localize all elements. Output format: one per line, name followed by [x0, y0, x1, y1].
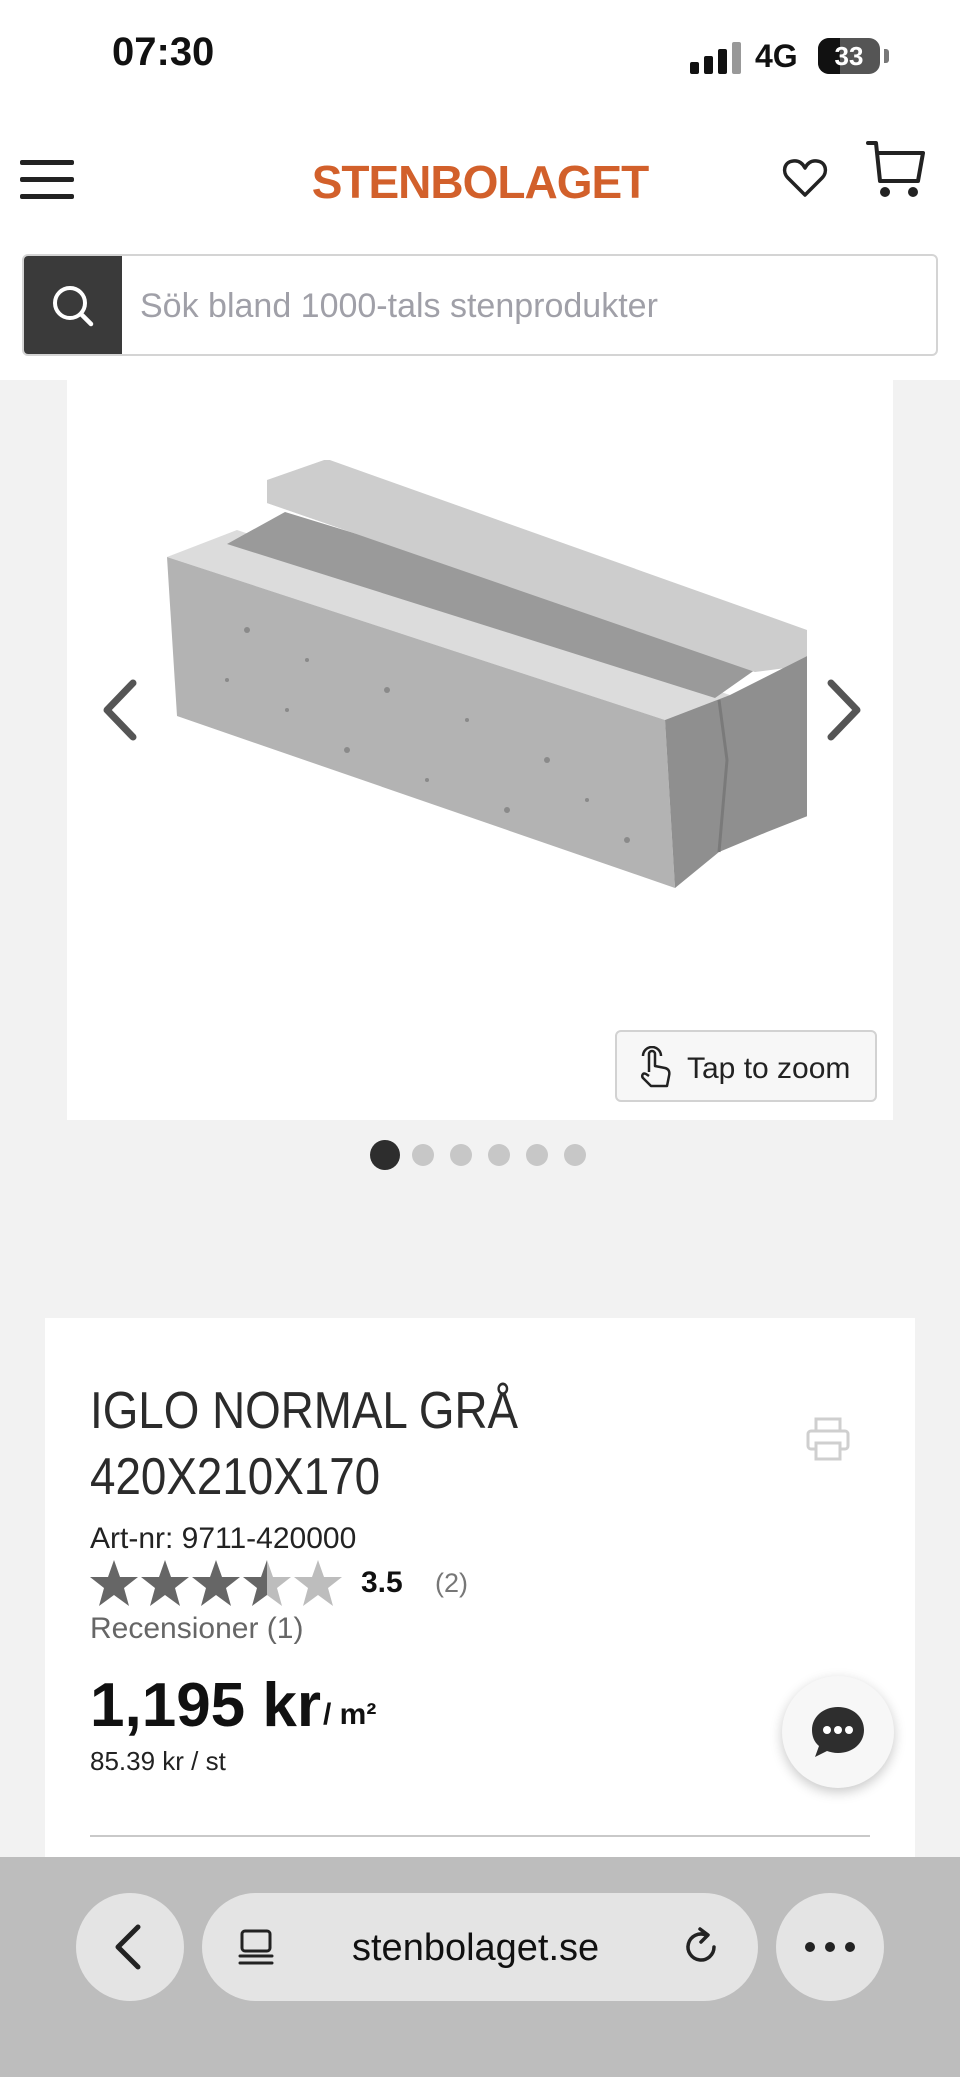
- gallery-dot[interactable]: [526, 1144, 548, 1166]
- battery-level: 33: [834, 41, 864, 71]
- search-icon: [53, 286, 94, 327]
- star-icon: [90, 1560, 342, 1606]
- browser-url: stenbolaget.se: [352, 1927, 600, 1969]
- product-info-card: IGLO NORMAL GRÅ 420X210X170 Art-nr: 9711…: [45, 1318, 915, 1858]
- star-rating[interactable]: [90, 1558, 342, 1608]
- search-input[interactable]: [140, 282, 920, 330]
- status-time: 07:30: [112, 30, 215, 74]
- gallery-dot[interactable]: [564, 1144, 586, 1166]
- gallery-dot[interactable]: [488, 1144, 510, 1166]
- chevron-left-icon: [115, 1924, 141, 1970]
- page-menu-icon: [238, 1929, 274, 1965]
- search-box: [22, 254, 938, 356]
- chat-bubble-icon: [812, 1707, 864, 1757]
- browser-more-button[interactable]: [776, 1893, 884, 2001]
- browser-back-button[interactable]: [76, 1893, 184, 2001]
- rating-count: (2): [435, 1568, 468, 1598]
- divider: [90, 1835, 870, 1837]
- zoom-label: Tap to zoom: [687, 1052, 851, 1085]
- search-bar: [0, 250, 960, 380]
- chat-button[interactable]: [782, 1676, 894, 1788]
- price-per-piece: 85.39 kr / st: [90, 1746, 226, 1776]
- browser-address-bar[interactable]: stenbolaget.se: [202, 1893, 758, 2001]
- print-icon[interactable]: [805, 1416, 851, 1462]
- heart-icon[interactable]: [782, 155, 828, 201]
- network-type: 4G: [755, 38, 798, 74]
- gallery-dot[interactable]: [450, 1144, 472, 1166]
- signal-icon: [690, 40, 742, 74]
- browser-toolbar: stenbolaget.se: [0, 1857, 960, 2077]
- price-unit: / m²: [323, 1698, 377, 1731]
- site-header: STENBOLAGET: [0, 115, 960, 250]
- chevron-left-icon[interactable]: [95, 675, 145, 745]
- product-price: 1,195 kr: [90, 1671, 321, 1740]
- tap-gesture-icon: [640, 1046, 671, 1088]
- battery-icon: 33: [818, 38, 880, 74]
- gallery-pagination: [0, 1138, 960, 1172]
- search-button[interactable]: [24, 256, 122, 354]
- chevron-right-icon[interactable]: [819, 675, 869, 745]
- product-gallery: Tap to zoom: [67, 380, 893, 1120]
- reviews-link[interactable]: Recensioner (1): [90, 1612, 303, 1646]
- product-title: IGLO NORMAL GRÅ 420X210X170: [90, 1382, 519, 1506]
- gallery-dot[interactable]: [412, 1144, 434, 1166]
- status-bar: 07:30 4G 33: [0, 0, 960, 115]
- gallery-dot[interactable]: [370, 1140, 400, 1170]
- cart-icon[interactable]: [866, 139, 926, 201]
- more-dots-icon: [805, 1942, 855, 1952]
- tap-to-zoom-button[interactable]: Tap to zoom: [615, 1030, 877, 1102]
- product-image[interactable]: [167, 460, 807, 920]
- article-number: Art-nr: 9711-420000: [90, 1522, 357, 1555]
- reload-icon[interactable]: [680, 1925, 724, 1969]
- rating-value: 3.5: [361, 1566, 403, 1599]
